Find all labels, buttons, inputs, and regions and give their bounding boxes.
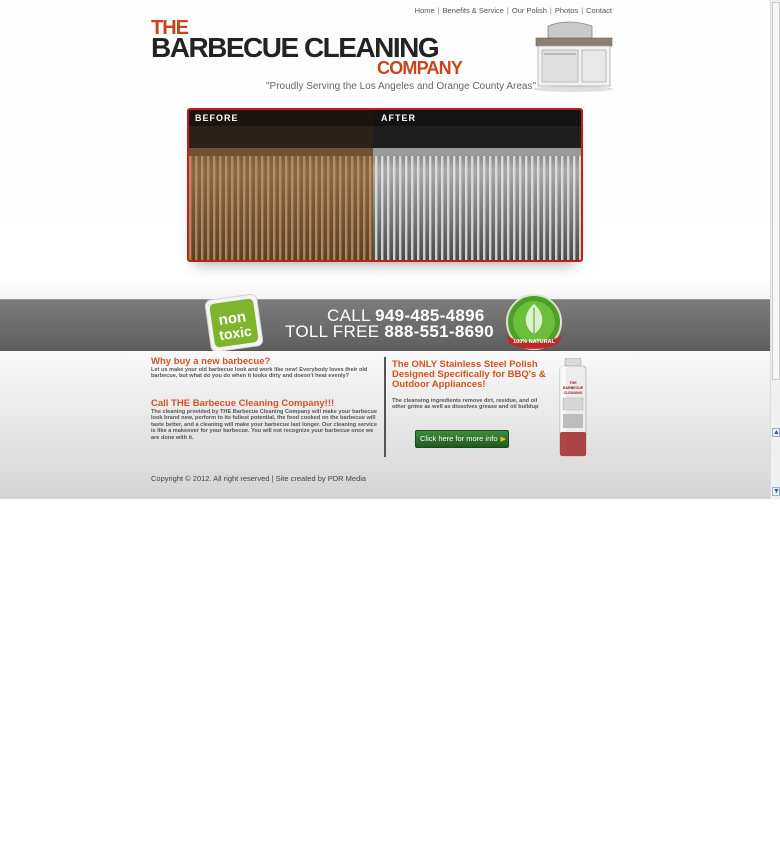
top-navigation: Home | Benefits & Service | Our Polish | Photo…	[415, 6, 612, 15]
nav-home-link[interactable]: Home	[415, 6, 435, 15]
more-info-label: Click here for more info	[420, 434, 498, 443]
play-arrow-icon: ▶	[500, 436, 506, 443]
before-after-photo	[189, 110, 581, 260]
before-label: BEFORE	[195, 113, 239, 123]
footer-copyright: Copyright © 2012. All right reserved | S…	[151, 474, 367, 483]
nav-separator: |	[549, 6, 552, 15]
natural-leaf-badge: 100% NATURAL	[506, 294, 562, 350]
more-info-button[interactable]: Click here for more info ▶	[415, 430, 509, 448]
column-divider	[384, 357, 386, 457]
nav-separator: |	[437, 6, 440, 15]
nav-photos-link[interactable]: Photos	[555, 6, 578, 15]
can-label-2: BARBECUE	[563, 386, 584, 390]
grill-image	[533, 21, 613, 92]
scroll-thumb[interactable]	[772, 2, 780, 380]
nontoxic-badge: non toxic	[204, 293, 264, 353]
tollfree-number[interactable]: 888-551-8690	[384, 322, 493, 341]
tagline: "Proudly Serving the Los Angeles and Ora…	[266, 81, 537, 92]
before-after-banner: BEFORE AFTER	[187, 108, 583, 262]
site-logo[interactable]: THE BARBECUE CLEANING COMPANY	[151, 18, 481, 80]
nav-contact-link[interactable]: Contact	[586, 6, 612, 15]
after-label: AFTER	[381, 113, 416, 123]
tollfree-label: TOLL FREE	[285, 322, 380, 341]
natural-label: 100% NATURAL	[513, 339, 555, 345]
scroll-up-arrow-icon[interactable]: ▲	[772, 428, 780, 437]
nav-separator: |	[581, 6, 584, 15]
vertical-scrollbar[interactable]: ▲ ▼	[770, 0, 780, 499]
nav-polish-link[interactable]: Our Polish	[512, 6, 547, 15]
polish-title: The ONLY Stainless Steel Polish Designed…	[392, 359, 546, 390]
why-text: Let us make your old barbecue look and w…	[151, 367, 368, 380]
logo-company: COMPANY	[377, 58, 463, 78]
can-label-1: THE	[569, 381, 577, 385]
nav-benefits-link[interactable]: Benefits & Service	[443, 6, 504, 15]
tollfree-phone[interactable]: TOLL FREE 888-551-8690	[285, 322, 494, 342]
why-title: Why buy a new barbecue?	[151, 356, 271, 367]
call-title: Call THE Barbecue Cleaning Company!!!	[151, 398, 335, 409]
call-text: The cleaning provided by THE Barbecue Cl…	[151, 409, 378, 441]
scroll-down-arrow-icon[interactable]: ▼	[772, 487, 780, 496]
polish-text: The cleansing ingredients remove dirt, r…	[392, 398, 539, 411]
nav-separator: |	[506, 6, 509, 15]
polish-can: THE BARBECUE CLEANING	[559, 358, 587, 457]
can-label-3: CLEANING	[564, 391, 583, 395]
